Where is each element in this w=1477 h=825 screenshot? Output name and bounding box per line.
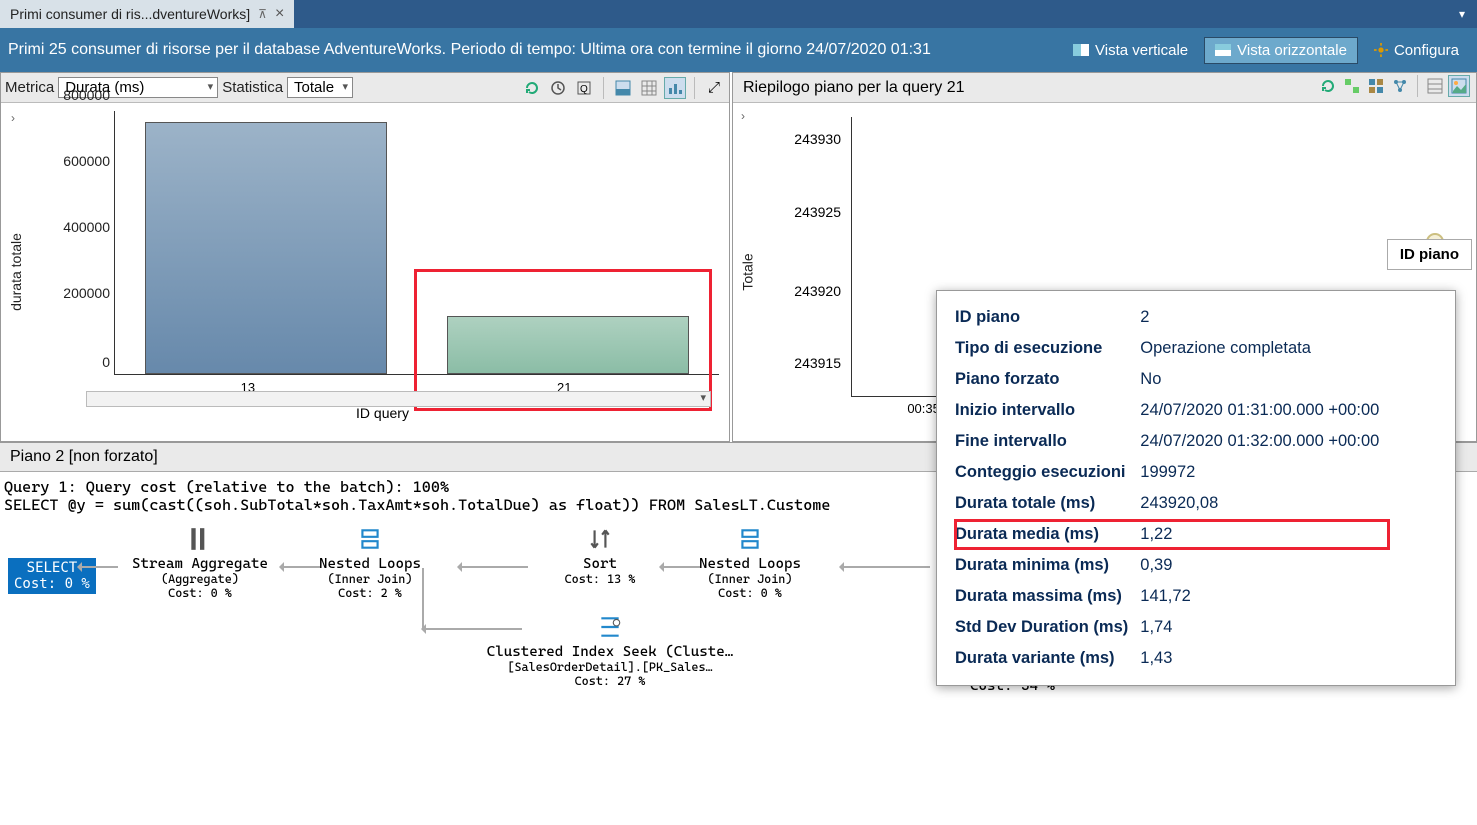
grid-view-icon[interactable] [638, 77, 660, 99]
chart-bar[interactable] [145, 122, 387, 374]
plan-op-nested-loops[interactable]: Nested Loops (Inner Join) Cost: 2 % [260, 526, 480, 600]
gear-icon [1374, 43, 1388, 57]
tooltip-value: Operazione completata [1140, 334, 1389, 363]
collapse-arrow-icon[interactable]: › [11, 111, 15, 125]
diagram-icon[interactable] [1389, 75, 1411, 97]
tooltip-label: Piano forzato [955, 365, 1138, 394]
legend-id-piano: ID piano [1387, 239, 1472, 270]
tooltip-label: Durata massima (ms) [955, 582, 1138, 611]
collapse-arrow-icon[interactable]: › [741, 109, 745, 123]
svg-text:Q: Q [580, 84, 588, 95]
expand-icon[interactable]: ⤢ [703, 77, 725, 99]
horizontal-view-icon [1215, 44, 1231, 56]
configure-button[interactable]: Configura [1364, 37, 1469, 64]
y-axis-label: durata totale [8, 233, 24, 311]
refresh-icon[interactable] [1317, 75, 1339, 97]
query-icon[interactable]: Q [573, 77, 595, 99]
tooltip-value: 1,43 [1140, 644, 1389, 673]
pin-icon[interactable]: ⊼ [258, 7, 267, 21]
tooltip-label: Durata totale (ms) [955, 489, 1138, 518]
document-tab[interactable]: Primi consumer di ris...dventureWorks] ⊼… [0, 0, 294, 28]
tab-title: Primi consumer di ris...dventureWorks] [10, 6, 250, 22]
chart-view-icon[interactable] [664, 77, 686, 99]
tooltip-value: 0,39 [1140, 551, 1389, 580]
tooltip-value: 1,74 [1140, 613, 1389, 642]
plan-compare-icon[interactable] [1341, 75, 1363, 97]
clock-icon[interactable] [547, 77, 569, 99]
detail-pane-icon[interactable] [612, 77, 634, 99]
tooltip-label: Durata media (ms) [955, 520, 1138, 549]
tab-bar: Primi consumer di ris...dventureWorks] ⊼… [0, 0, 1477, 28]
refresh-icon[interactable] [521, 77, 543, 99]
tooltip-value: 2 [1140, 303, 1389, 332]
image-view-icon[interactable] [1448, 75, 1470, 97]
plan-op-clustered-index-seek[interactable]: Clustered Index Seek (Cluste… [SalesOrde… [480, 614, 740, 688]
plan-op-nested-loops[interactable]: Nested Loops (Inner Join) Cost: 0 % [640, 526, 860, 600]
tooltip-value: No [1140, 365, 1389, 394]
tooltip-label: Durata variante (ms) [955, 644, 1138, 673]
plan-structure-icon[interactable] [1365, 75, 1387, 97]
report-title: Primi 25 consumer di risorse per il data… [8, 40, 1063, 60]
tooltip-value: 141,72 [1140, 582, 1389, 611]
tooltip-value: 243920,08 [1140, 489, 1389, 518]
vertical-view-button[interactable]: Vista verticale [1063, 37, 1198, 64]
left-chart[interactable]: 0 200000 400000 600000 800000 13 21 ID q… [46, 111, 719, 425]
tooltip-value: 1,22 [1140, 520, 1389, 549]
close-icon[interactable]: × [275, 5, 284, 23]
tooltip-label: Conteggio esecuzioni [955, 458, 1138, 487]
y-axis-label: Totale [740, 253, 756, 290]
tooltip-value: 199972 [1140, 458, 1389, 487]
left-chart-pane: Metrica Durata (ms) Statistica Totale Q … [0, 72, 730, 442]
tooltip-label: Durata minima (ms) [955, 551, 1138, 580]
tooltip-label: Std Dev Duration (ms) [955, 613, 1138, 642]
tab-bar-dropdown-icon[interactable]: ▾ [1459, 0, 1477, 28]
plan-tooltip: ID piano2Tipo di esecuzioneOperazione co… [936, 290, 1456, 686]
tooltip-value: 24/07/2020 01:32:00.000 +00:00 [1140, 427, 1389, 456]
stat-label: Statistica [222, 79, 283, 96]
metric-label: Metrica [5, 79, 54, 96]
vertical-view-icon [1073, 44, 1089, 56]
plan-select-node[interactable]: SELECT Cost: 0 % [8, 558, 96, 594]
tooltip-value: 24/07/2020 01:31:00.000 +00:00 [1140, 396, 1389, 425]
grid-view-icon[interactable] [1424, 75, 1446, 97]
right-pane-title: Riepilogo piano per la query 21 [743, 79, 964, 97]
x-axis-label: ID query [356, 405, 409, 421]
tooltip-label: Inizio intervallo [955, 396, 1138, 425]
tooltip-label: Tipo di esecuzione [955, 334, 1138, 363]
stat-combo[interactable]: Totale [287, 77, 353, 98]
report-header: Primi 25 consumer di risorse per il data… [0, 28, 1477, 72]
tooltip-label: ID piano [955, 303, 1138, 332]
horizontal-view-button[interactable]: Vista orizzontale [1204, 37, 1358, 64]
tooltip-label: Fine intervallo [955, 427, 1138, 456]
